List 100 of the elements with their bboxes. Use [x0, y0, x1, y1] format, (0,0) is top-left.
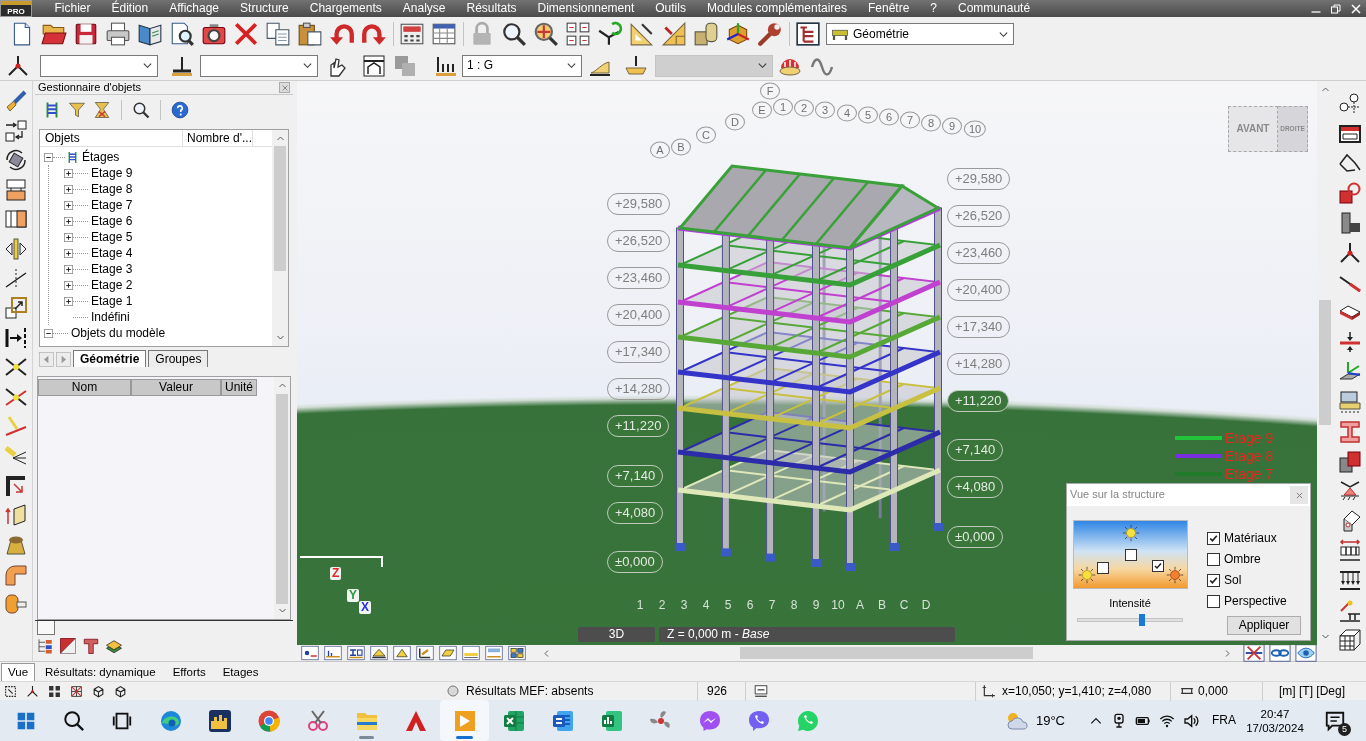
menu-item[interactable]: Communauté	[947, 0, 1041, 17]
corner-arrow-icon[interactable]	[4, 473, 28, 498]
webcam-icon[interactable]	[1111, 712, 1127, 729]
tab[interactable]: Géométrie	[73, 350, 147, 367]
magnifier-icon[interactable]	[501, 21, 527, 47]
branch-refresh-icon[interactable]	[597, 21, 623, 47]
tree-item[interactable]: Etage 7	[91, 197, 133, 213]
pan-magnifier-icon[interactable]	[533, 21, 559, 47]
number-tiles-icon[interactable]	[485, 644, 503, 662]
checkbox-label[interactable]: Ombre	[1224, 552, 1261, 567]
tree-list-icon[interactable]	[36, 637, 54, 655]
light-checkbox[interactable]	[1096, 562, 1109, 574]
rotate-block-icon[interactable]	[4, 148, 28, 173]
expand-icon[interactable]	[64, 232, 73, 242]
checkbox-label[interactable]: Sol	[1224, 573, 1242, 588]
cube-outline-icon[interactable]	[114, 684, 127, 698]
menu-item[interactable]: Affichage	[158, 0, 230, 17]
menu-item[interactable]: ?	[919, 0, 948, 17]
view-mode-button[interactable]: 3D	[578, 627, 655, 642]
dropdown[interactable]: 1 : G	[462, 54, 582, 77]
collapse-icon[interactable]	[44, 152, 53, 162]
tree-item[interactable]: Etage 9	[91, 165, 133, 181]
arrow-to-bar-icon[interactable]	[4, 325, 28, 350]
load-tray-icon[interactable]	[624, 53, 648, 78]
tab[interactable]: Etages	[215, 663, 266, 681]
menu-item[interactable]: Résultats	[456, 0, 527, 17]
collapse-icon[interactable]	[44, 328, 53, 338]
wand-load-icon[interactable]	[1337, 598, 1362, 623]
tree-item[interactable]: Etage 8	[91, 181, 133, 197]
cylinder-arm-icon[interactable]	[4, 592, 28, 617]
extrude-panel-icon[interactable]	[4, 503, 28, 528]
i-beam-icon[interactable]	[1337, 419, 1362, 444]
copy-pages-icon[interactable]	[265, 21, 291, 47]
menu-item[interactable]: Modules complémentaires	[696, 0, 858, 17]
extend-line-icon[interactable]	[4, 414, 28, 439]
funnel-icon[interactable]	[68, 101, 86, 119]
crossed-line-icon[interactable]	[4, 266, 28, 291]
grid-axis-marker-icon[interactable]	[1337, 92, 1362, 116]
expand-icon[interactable]	[64, 248, 73, 258]
cube-axes-icon[interactable]	[725, 21, 751, 47]
column-header[interactable]: Objets	[40, 130, 183, 146]
checkbox[interactable]	[1207, 595, 1220, 608]
bar-label-icon[interactable]	[324, 644, 342, 662]
stacked-frames-icon[interactable]	[4, 177, 28, 202]
dropdown[interactable]	[40, 54, 158, 77]
tab[interactable]: Groupes	[148, 350, 209, 367]
beam-support-icon[interactable]	[1337, 330, 1362, 355]
expand-icon[interactable]	[64, 200, 73, 210]
clock-date[interactable]: 17/03/2024	[1246, 720, 1304, 735]
units-text[interactable]: [m] [T] [Deg]	[1279, 683, 1345, 699]
undo-arrow-icon[interactable]	[329, 21, 355, 47]
wrench-icon[interactable]	[757, 21, 783, 47]
expand-icon[interactable]	[64, 168, 73, 178]
tree-item[interactable]: Etage 5	[91, 229, 133, 245]
tree-item[interactable]: Etage 6	[91, 213, 133, 229]
vertical-scrollbar[interactable]	[272, 130, 288, 346]
material-blocks-icon[interactable]	[1337, 449, 1362, 474]
dimension-load-icon[interactable]	[1337, 538, 1362, 563]
input-language[interactable]: FRA	[1212, 713, 1236, 728]
scrollbar-thumb[interactable]	[274, 146, 286, 271]
slider-thumb[interactable]	[1139, 614, 1146, 627]
weather-temperature[interactable]: 19°C	[1035, 712, 1065, 729]
menu-item[interactable]: Dimensionnement	[527, 0, 645, 17]
column-header[interactable]: Nom	[38, 379, 131, 396]
checkbox[interactable]	[1207, 532, 1220, 545]
line-bar-icon[interactable]	[462, 644, 480, 662]
magnifier-icon[interactable]	[132, 101, 150, 119]
clipboard-icon[interactable]	[297, 21, 323, 47]
tag-icon[interactable]	[754, 684, 768, 698]
scrollbar-thumb[interactable]	[1319, 300, 1331, 425]
close-button[interactable]	[1290, 486, 1308, 504]
grid-display-icon[interactable]	[508, 644, 526, 662]
light-checkbox[interactable]	[1151, 560, 1164, 572]
tab[interactable]: Résultats: dynamique	[38, 663, 163, 681]
funnel-cross-icon[interactable]	[93, 101, 111, 119]
distributed-load-icon[interactable]	[1337, 568, 1362, 593]
section-profile-icon[interactable]	[347, 644, 365, 662]
scale-frames-icon[interactable]	[4, 296, 28, 321]
tree-item[interactable]: Indéfini	[91, 309, 130, 325]
light-checkbox[interactable]	[1124, 549, 1137, 561]
start-icon[interactable]	[16, 710, 36, 731]
release-mark-icon[interactable]	[416, 644, 434, 662]
menu-item[interactable]: Fichier	[44, 0, 101, 17]
expand-icon[interactable]	[64, 264, 73, 274]
mirror-shapes-icon[interactable]	[4, 236, 28, 261]
tree-item[interactable]: Etage 4	[91, 245, 133, 261]
tree-item[interactable]: Étages	[82, 149, 120, 165]
tab[interactable]: Vue	[1, 663, 36, 681]
checkbox[interactable]	[1207, 553, 1220, 566]
speaker-icon[interactable]	[1183, 712, 1199, 729]
redo-arrow-icon[interactable]	[361, 21, 387, 47]
menu-item[interactable]: Outils	[644, 0, 697, 17]
tab[interactable]: Efforts	[165, 663, 213, 681]
block-cylinder-icon[interactable]	[693, 21, 719, 47]
scrollbar-thumb[interactable]	[740, 647, 1033, 659]
help-icon[interactable]	[171, 101, 189, 119]
column-header[interactable]: Nombre d'...	[183, 130, 253, 146]
clock-time[interactable]: 20:47	[1260, 706, 1290, 721]
checkbox-label[interactable]: Perspective	[1224, 594, 1287, 609]
crossed-grid-icon[interactable]	[70, 684, 83, 698]
